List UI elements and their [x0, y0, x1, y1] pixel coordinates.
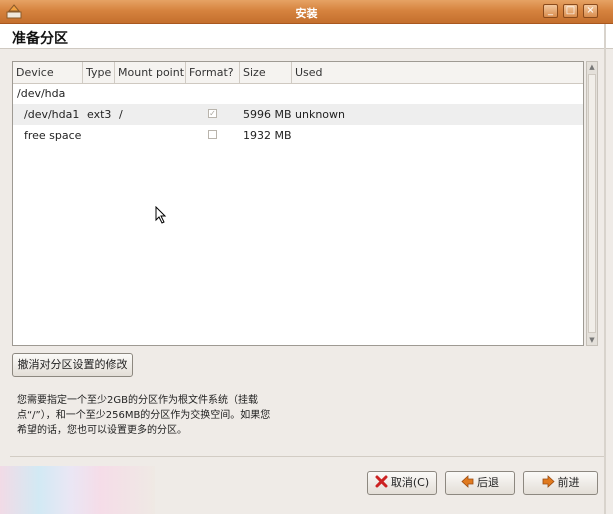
device-cell: /dev/hda1	[24, 108, 80, 121]
column-header-used[interactable]: Used	[292, 62, 583, 83]
size-cell: 5996 MB	[243, 108, 292, 121]
close-button[interactable]: ×	[583, 4, 598, 18]
forward-label: 前进	[557, 476, 580, 489]
page-header: 准备分区	[0, 24, 613, 49]
column-header-size[interactable]: Size	[240, 62, 292, 83]
undo-partition-changes-button[interactable]: 撤消对分区设置的修改	[12, 353, 133, 377]
type-cell: ext3	[87, 108, 112, 121]
cancel-button[interactable]: 取消(C)	[367, 471, 437, 495]
column-header-type[interactable]: Type	[83, 62, 115, 83]
column-header-device[interactable]: Device	[13, 62, 83, 83]
minimize-button[interactable]: _	[543, 4, 558, 18]
window-border	[604, 24, 606, 514]
format-checkbox[interactable]	[208, 130, 217, 139]
forward-arrow-icon	[542, 475, 555, 488]
device-cell: free space	[24, 129, 82, 142]
partition-table[interactable]: Device Type Mount point Format? Size Use…	[12, 61, 584, 346]
mount-cell: /	[119, 108, 123, 121]
forward-button[interactable]: 前进	[523, 471, 598, 495]
column-header-format[interactable]: Format?	[186, 62, 240, 83]
table-scrollbar[interactable]: ▲ ▼	[586, 61, 598, 346]
device-cell: /dev/hda	[17, 87, 66, 100]
mouse-cursor-icon	[155, 206, 167, 224]
table-row[interactable]: /dev/hda1 ext3 / ✓ 5996 MB unknown	[13, 104, 583, 125]
size-cell: 1932 MB	[243, 129, 292, 142]
info-line: 您需要指定一个至少2GB的分区作为根文件系统（挂载	[17, 395, 258, 406]
format-checkbox[interactable]: ✓	[208, 109, 217, 118]
blurred-region	[0, 466, 155, 514]
info-line: 点“/”），和一个至少256MB的分区作为交换空间。如果您	[17, 410, 271, 421]
maximize-button[interactable]: □	[563, 4, 578, 18]
column-header-mount-point[interactable]: Mount point	[115, 62, 186, 83]
cancel-icon	[375, 475, 388, 488]
partition-info-text: 您需要指定一个至少2GB的分区作为根文件系统（挂载 点“/”），和一个至少256…	[17, 393, 317, 438]
table-header: Device Type Mount point Format? Size Use…	[13, 62, 583, 84]
scroll-down-icon[interactable]: ▼	[587, 335, 597, 345]
table-row[interactable]: free space 1932 MB	[13, 125, 583, 146]
scrollbar-thumb[interactable]	[588, 74, 596, 333]
table-row[interactable]: /dev/hda	[13, 83, 583, 104]
back-arrow-icon	[461, 475, 474, 488]
cancel-label: 取消(C)	[390, 476, 430, 489]
back-label: 后退	[477, 476, 499, 489]
back-button[interactable]: 后退	[445, 471, 515, 495]
window-title: 安装	[295, 7, 318, 20]
window-titlebar[interactable]: 安装 _ □ ×	[0, 0, 613, 24]
divider	[10, 456, 604, 457]
used-cell: unknown	[295, 108, 345, 121]
page-title: 准备分区	[12, 31, 68, 47]
info-line: 希望的话，您也可以设置更多的分区。	[17, 425, 187, 436]
scroll-up-icon[interactable]: ▲	[587, 62, 597, 72]
